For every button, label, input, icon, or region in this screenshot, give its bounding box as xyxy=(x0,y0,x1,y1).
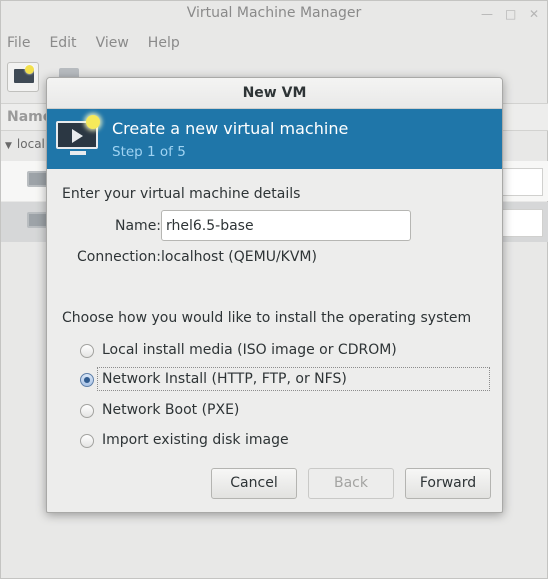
radio-label: Import existing disk image xyxy=(102,432,289,448)
menu-view[interactable]: View xyxy=(96,35,129,51)
maximize-icon[interactable]: □ xyxy=(505,2,516,26)
new-vm-icon xyxy=(56,115,100,155)
new-vm-toolbar-button[interactable] xyxy=(7,62,39,92)
radio-network-boot[interactable]: Network Boot (PXE) xyxy=(80,399,490,423)
banner-title: Create a new virtual machine xyxy=(112,119,349,138)
sparkle-icon xyxy=(25,65,34,74)
window-controls: — □ ✕ xyxy=(481,1,539,27)
name-label: Name: xyxy=(115,218,162,234)
menu-edit[interactable]: Edit xyxy=(49,35,76,51)
vm-usage-cell xyxy=(499,168,543,196)
radio-button-selected[interactable] xyxy=(80,373,94,387)
radio-label: Local install media (ISO image or CDROM) xyxy=(102,342,397,358)
menu-help[interactable]: Help xyxy=(148,35,180,51)
install-method-heading: Choose how you would like to install the… xyxy=(62,310,472,326)
wizard-banner: Create a new virtual machine Step 1 of 5 xyxy=(47,109,502,169)
connection-label: Connection: xyxy=(77,249,161,265)
connection-tree-row[interactable]: ▼ local xyxy=(1,137,45,151)
main-window-title: Virtual Machine Manager xyxy=(186,5,362,21)
connection-value: localhost (QEMU/KVM) xyxy=(161,249,317,265)
menu-file[interactable]: File xyxy=(7,35,30,51)
back-button[interactable]: Back xyxy=(308,468,394,499)
close-icon[interactable]: ✕ xyxy=(529,2,539,26)
vm-usage-cell xyxy=(499,209,543,237)
new-vm-dialog: New VM Create a new virtual machine Step… xyxy=(46,77,503,513)
connection-tree-label: local xyxy=(16,137,45,151)
radio-local-install[interactable]: Local install media (ISO image or CDROM) xyxy=(80,339,490,363)
details-heading: Enter your virtual machine details xyxy=(62,186,301,202)
vm-name-input[interactable] xyxy=(161,210,411,241)
radio-label: Network Boot (PXE) xyxy=(102,402,240,418)
radio-button[interactable] xyxy=(80,434,94,448)
expand-arrow-icon[interactable]: ▼ xyxy=(5,141,12,151)
minimize-icon[interactable]: — xyxy=(481,2,493,26)
cancel-button[interactable]: Cancel xyxy=(211,468,297,499)
radio-network-install[interactable]: Network Install (HTTP, FTP, or NFS) xyxy=(80,367,490,391)
wizard-step-indicator: Step 1 of 5 xyxy=(112,144,186,160)
radio-label: Network Install (HTTP, FTP, or NFS) xyxy=(102,371,347,387)
forward-button[interactable]: Forward xyxy=(405,468,491,499)
menubar: File Edit View Help xyxy=(1,27,547,59)
radio-button[interactable] xyxy=(80,404,94,418)
radio-button[interactable] xyxy=(80,344,94,358)
dialog-title: New VM xyxy=(47,78,502,109)
radio-import-disk[interactable]: Import existing disk image xyxy=(80,429,490,453)
main-titlebar: Virtual Machine Manager — □ ✕ xyxy=(1,1,547,27)
